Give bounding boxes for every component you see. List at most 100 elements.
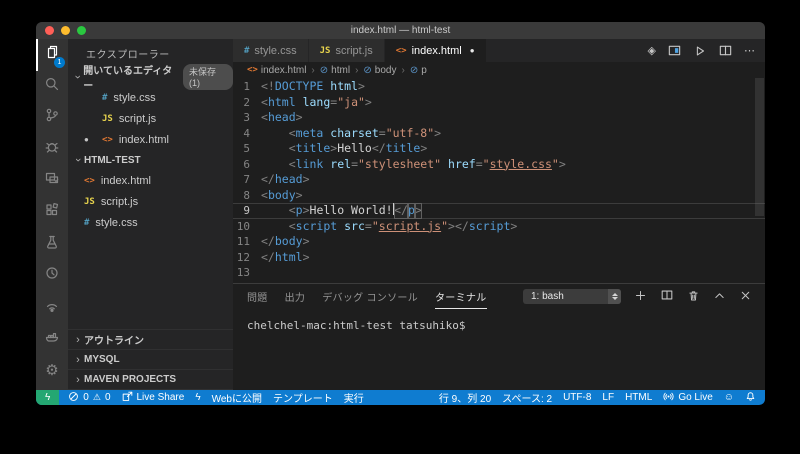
go-live-status[interactable]: Go Live (663, 391, 712, 405)
tree-item-script-js[interactable]: JS script.js (68, 191, 233, 212)
tree-item-index-html[interactable]: <> index.html (68, 170, 233, 191)
split-editor-button[interactable] (718, 43, 733, 58)
modified-dot-icon[interactable]: ● (470, 46, 475, 55)
close-window-button[interactable] (45, 26, 54, 35)
open-editor-style-css[interactable]: # style.css (68, 87, 233, 108)
tab-output[interactable]: 出力 (285, 284, 306, 309)
folder-header[interactable]: › HTML-TEST (68, 150, 233, 170)
select-stepper-icon (608, 289, 621, 304)
maven-projects-section-header[interactable]: › MAVEN PROJECTS (68, 370, 233, 390)
notifications-status[interactable] (745, 391, 756, 405)
breadcrumb-html[interactable]: ⊘ html (320, 65, 350, 76)
breadcrumb-file[interactable]: <> index.html (247, 65, 306, 76)
template-status[interactable]: テンプレート (273, 390, 333, 405)
settings-activity-button[interactable]: ⚙ (36, 354, 68, 386)
lightning-status[interactable]: ϟ (195, 392, 200, 403)
split-terminal-button[interactable] (660, 288, 674, 305)
language-mode-status[interactable]: HTML (625, 392, 652, 403)
tab-debug-console[interactable]: デバッグ コンソール (322, 284, 418, 309)
remote-icon: ϟ (45, 392, 50, 403)
tab-terminal[interactable]: ターミナル (435, 284, 487, 309)
terminal-shell-select[interactable]: 1: bash (523, 289, 621, 304)
docker-activity-button[interactable] (36, 323, 68, 355)
remote-indicator[interactable]: ϟ (36, 390, 59, 405)
html-file-icon: <> (396, 46, 407, 56)
explorer-activity-button[interactable]: 1 (36, 39, 68, 71)
editor-scrollbar[interactable] (755, 78, 764, 216)
code-line[interactable]: 12</html> (233, 250, 765, 266)
close-panel-button[interactable] (739, 289, 752, 305)
open-editor-index-html[interactable]: ● <> index.html (68, 129, 233, 150)
code-line[interactable]: 11</body> (233, 234, 765, 250)
live-share-activity-button[interactable] (36, 291, 68, 323)
indentation-status[interactable]: スペース: 2 (502, 390, 552, 405)
maximize-panel-button[interactable] (713, 289, 726, 305)
zoom-window-button[interactable] (77, 26, 86, 35)
window-title: index.html — html-test (351, 25, 450, 36)
code-line[interactable]: 5 <title>Hello</title> (233, 141, 765, 157)
title-bar[interactable]: index.html — html-test (36, 22, 765, 39)
tab-bar: # style.css JS script.js <> index.html ●… (233, 39, 765, 62)
editor-actions: ◈ ⋯ (648, 39, 765, 62)
mysql-section-header[interactable]: › MYSQL (68, 350, 233, 370)
breadcrumb-p[interactable]: ⊘ p (410, 65, 427, 76)
live-share-status[interactable]: Live Share (122, 391, 185, 405)
code-editor[interactable]: 1<!DOCTYPE html>2<html lang="ja">3<head>… (233, 78, 765, 283)
encoding-status[interactable]: UTF-8 (563, 392, 591, 403)
whale-icon (44, 328, 60, 349)
code-line[interactable]: 2<html lang="ja"> (233, 95, 765, 111)
kill-terminal-button[interactable] (687, 289, 700, 305)
remote-explorer-activity-button[interactable] (36, 165, 68, 197)
tab-problems[interactable]: 問題 (247, 284, 268, 309)
sidebar-bottom-sections: › アウトライン › MYSQL › MAVEN PROJECTS (68, 329, 233, 390)
open-preview-button[interactable] (667, 43, 682, 58)
code-line[interactable]: 3<head> (233, 110, 765, 126)
debug-activity-button[interactable] (36, 134, 68, 166)
code-line[interactable]: 9 <p>Hello World!</p> (233, 203, 765, 219)
code-line[interactable]: 10 <script src="script.js"></script> (233, 219, 765, 235)
open-editors-header[interactable]: › 開いているエディター 未保存 (1) (68, 67, 233, 87)
code-line[interactable]: 6 <link rel="stylesheet" href="style.css… (233, 157, 765, 173)
new-terminal-button[interactable] (634, 289, 647, 305)
run-status[interactable]: 実行 (344, 390, 364, 405)
extensions-activity-button[interactable] (36, 197, 68, 229)
line-number: 9 (233, 203, 261, 219)
code-line[interactable]: 8<body> (233, 188, 765, 204)
extensions-icon (44, 202, 60, 223)
code-line[interactable]: 1<!DOCTYPE html> (233, 79, 765, 95)
problems-status[interactable]: 0 ⚠ 0 (68, 391, 110, 405)
line-number: 2 (233, 95, 261, 111)
search-activity-button[interactable] (36, 71, 68, 103)
outline-section-header[interactable]: › アウトライン (68, 330, 233, 350)
line-number: 11 (233, 234, 261, 250)
breadcrumb-body[interactable]: ⊘ body (363, 65, 396, 76)
chevron-down-icon: › (72, 154, 84, 166)
cursor-position-status[interactable]: 行 9、列 20 (439, 390, 491, 405)
open-editor-script-js[interactable]: JS script.js (68, 108, 233, 129)
eol-status[interactable]: LF (602, 392, 614, 403)
code-line[interactable]: 13 (233, 265, 765, 281)
bottom-panel: 問題 出力 デバッグ コンソール ターミナル 1: bash (233, 283, 765, 390)
tree-item-style-css[interactable]: # style.css (68, 212, 233, 233)
line-number: 5 (233, 141, 261, 157)
live-share-session-button[interactable]: ◈ (648, 44, 656, 57)
more-actions-button[interactable]: ⋯ (744, 44, 755, 57)
feedback-status[interactable]: ☺ (724, 392, 734, 403)
signal-icon (44, 297, 60, 318)
code-line[interactable]: 7</head> (233, 172, 765, 188)
run-button[interactable] (693, 44, 707, 58)
chevron-right-icon: › (72, 354, 84, 366)
tab-index-html[interactable]: <> index.html ● (385, 39, 487, 62)
publish-web-status[interactable]: Webに公開 (212, 390, 262, 405)
tab-script-js[interactable]: JS script.js (309, 39, 385, 62)
tab-style-css[interactable]: # style.css (233, 39, 309, 62)
time-tracker-activity-button[interactable] (36, 260, 68, 292)
breadcrumb-separator: › (355, 65, 358, 76)
git-branch-icon (44, 107, 60, 128)
minimize-window-button[interactable] (61, 26, 70, 35)
test-explorer-activity-button[interactable] (36, 228, 68, 260)
code-line[interactable]: 4 <meta charset="utf-8"> (233, 126, 765, 142)
source-control-activity-button[interactable] (36, 102, 68, 134)
terminal-output[interactable]: chelchel-mac:html-test tatsuhiko$ (233, 309, 765, 390)
status-bar-right: 行 9、列 20 スペース: 2 UTF-8 LF HTML Go Live (428, 390, 765, 405)
